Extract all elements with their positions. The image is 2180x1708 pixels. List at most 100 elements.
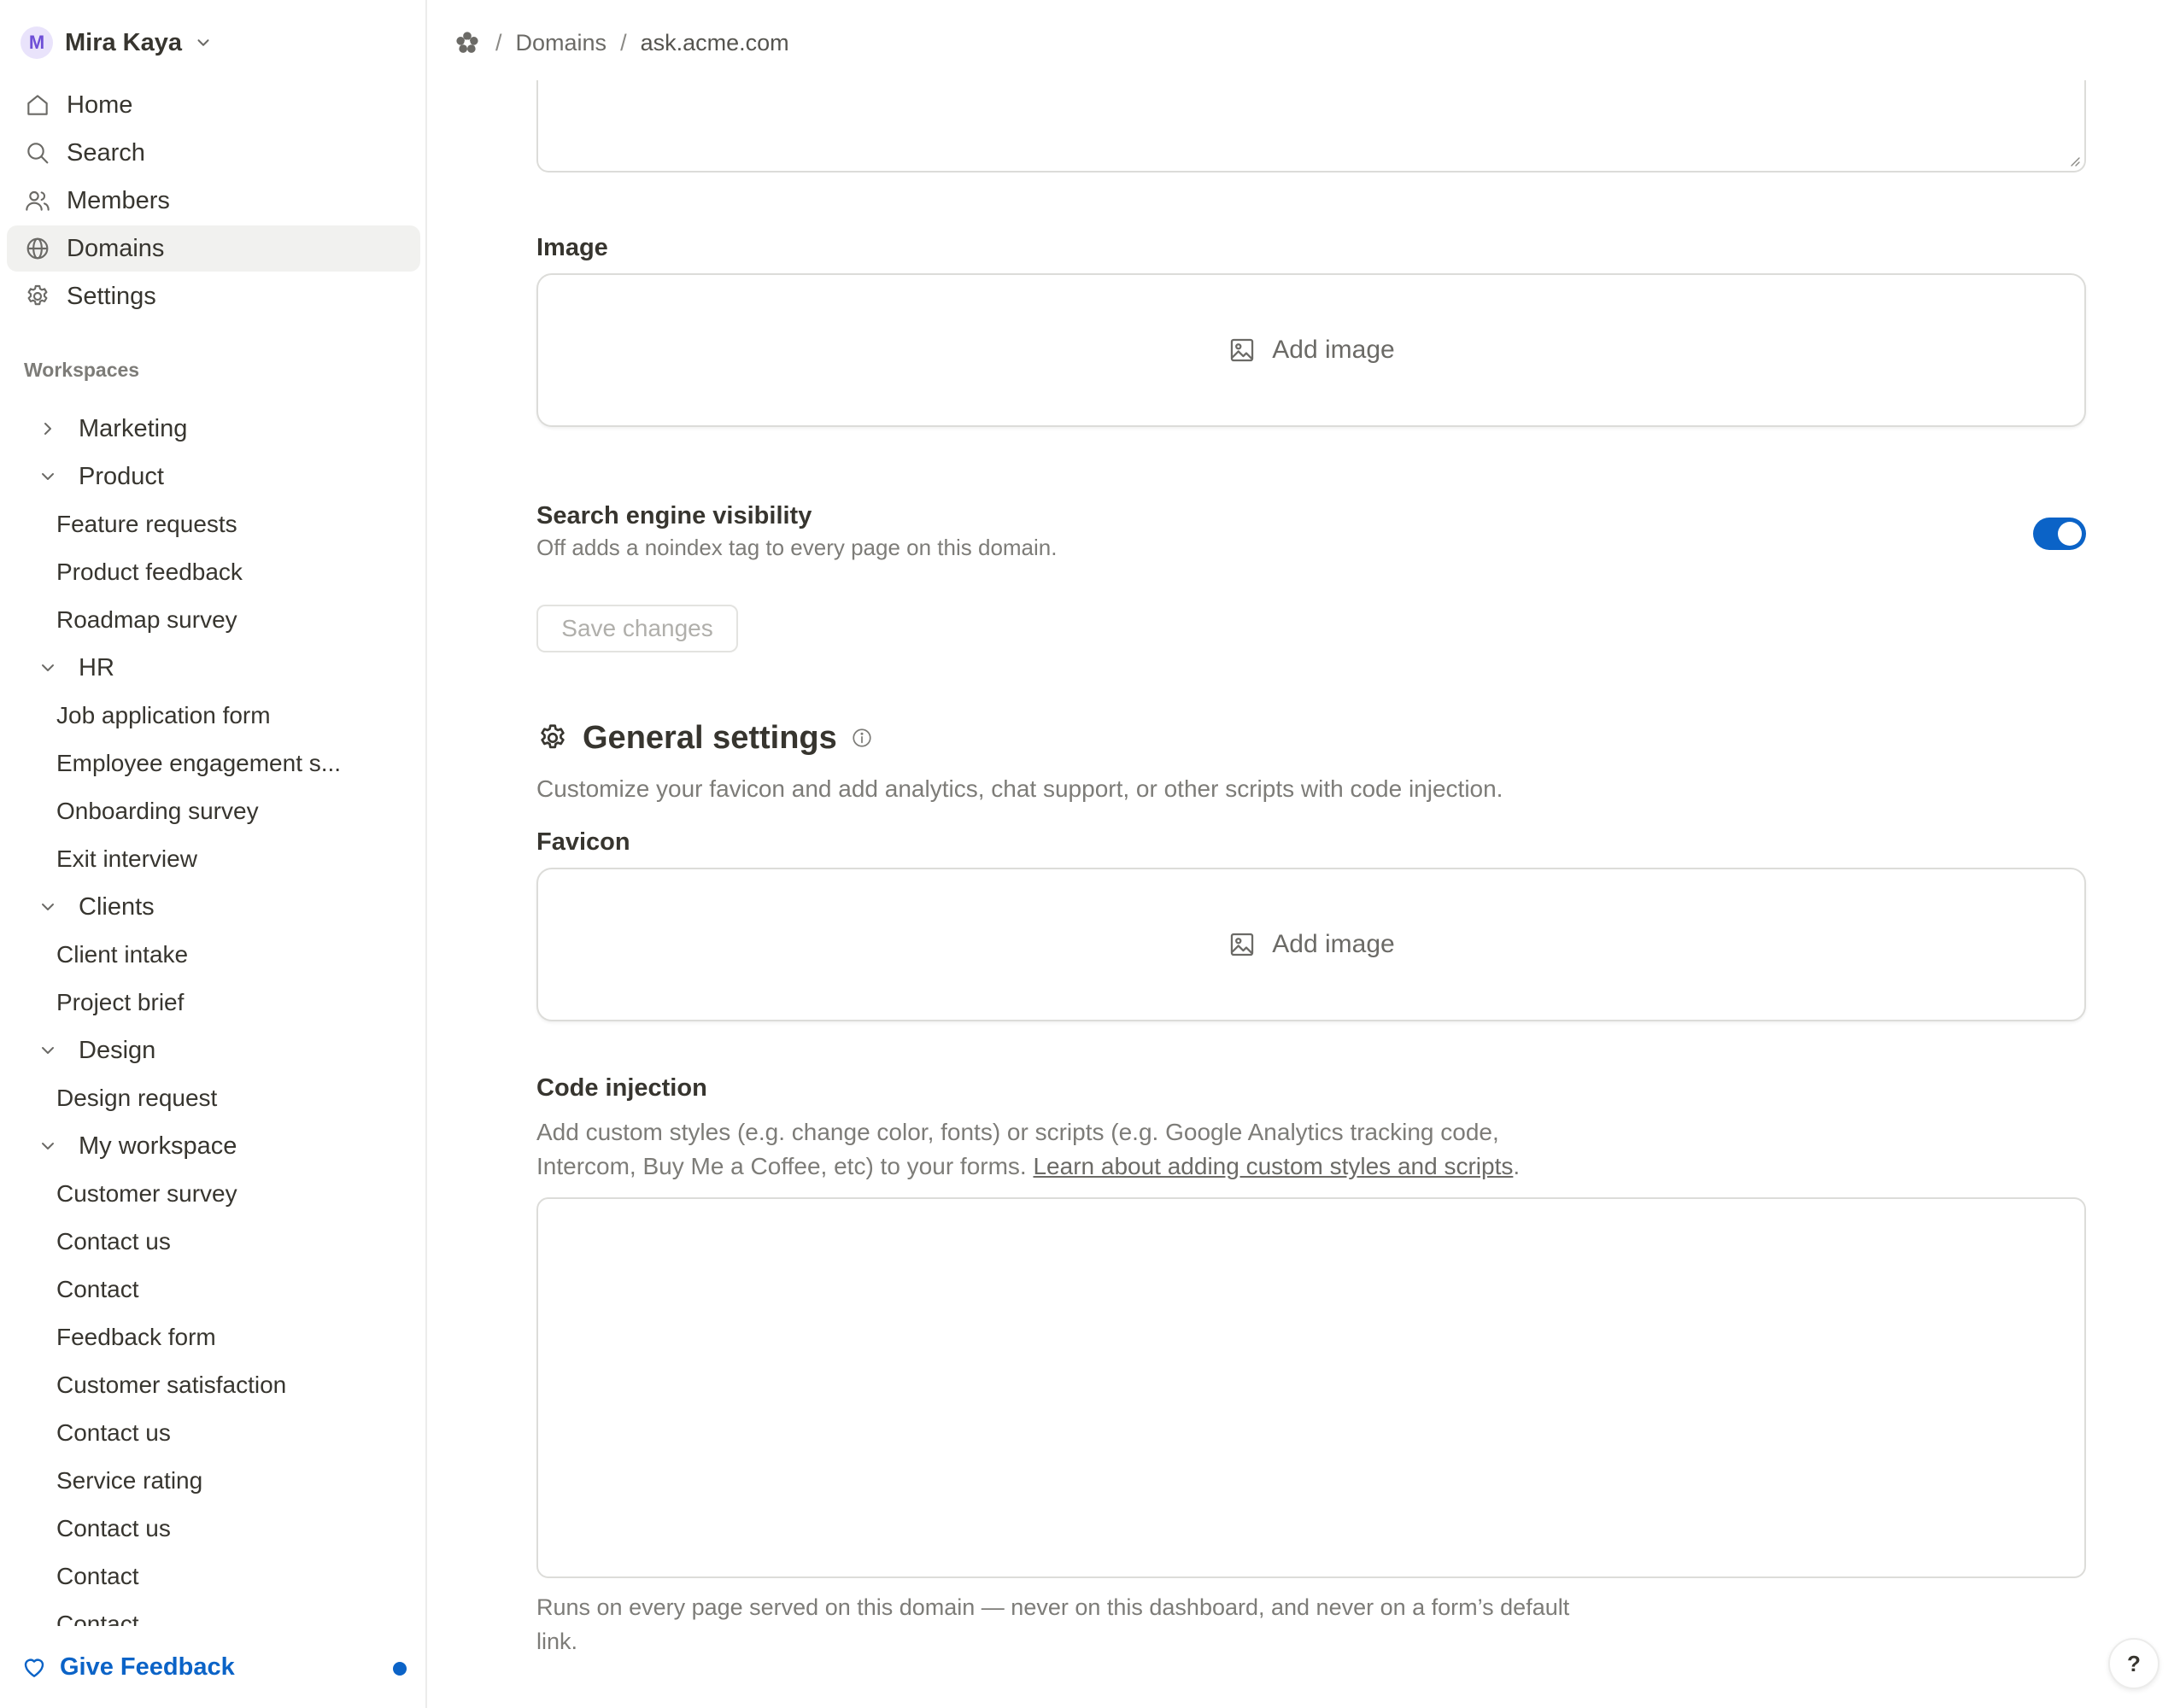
gear-icon xyxy=(27,284,48,306)
search-visibility-description: Off adds a noindex tag to every page on … xyxy=(536,535,1058,560)
workspaces-heading: Workspaces xyxy=(24,359,140,381)
description-textarea[interactable] xyxy=(536,80,2086,173)
image-icon xyxy=(1231,933,1254,956)
give-feedback-button[interactable]: Give Feedback xyxy=(21,1645,407,1689)
form-name: Exit interview xyxy=(56,845,197,872)
form-item[interactable]: Onboarding survey xyxy=(0,787,425,835)
workspace-folder[interactable]: Clients xyxy=(0,883,425,931)
general-settings-title: General settings xyxy=(583,719,837,756)
custom-scripts-help-link[interactable]: Learn about adding custom styles and scr… xyxy=(1033,1153,1513,1179)
heart-icon xyxy=(24,1658,44,1677)
form-item[interactable]: Client intake xyxy=(0,931,425,979)
nav-item-home[interactable]: Home xyxy=(7,82,420,128)
code-injection-description: Add custom styles (e.g. change color, fo… xyxy=(536,1115,1579,1184)
chevron-down-icon xyxy=(42,1143,54,1149)
chevron-down-icon xyxy=(42,1047,54,1054)
form-name: Contact us xyxy=(56,1228,171,1255)
favicon-upload-dropzone[interactable]: Add image xyxy=(536,868,2086,1021)
chevron-down-icon xyxy=(42,664,54,671)
add-image-label: Add image xyxy=(1272,930,1395,958)
form-name: Contact xyxy=(56,1276,139,1302)
breadcrumb-separator: / xyxy=(620,29,627,56)
code-injection-textarea[interactable] xyxy=(536,1197,2086,1578)
form-name: Feature requests xyxy=(56,511,237,537)
form-item[interactable]: Product feedback xyxy=(0,548,425,596)
form-name: Client intake xyxy=(56,941,189,968)
main-nav: Home Search Members Domains Settings xyxy=(7,82,420,321)
workspace-name: Product xyxy=(79,462,164,490)
breadcrumb-separator: / xyxy=(495,29,502,56)
toggle-knob xyxy=(2058,522,2082,546)
give-feedback-label: Give Feedback xyxy=(60,1652,235,1681)
form-name: Job application form xyxy=(56,702,271,728)
form-name: Contact xyxy=(56,1563,139,1589)
workspace-tree: Marketing Product Feature requests Produ… xyxy=(0,405,425,1626)
workspace-name: HR xyxy=(79,653,114,681)
form-item[interactable]: Job application form xyxy=(0,692,425,740)
form-item[interactable]: Design request xyxy=(0,1074,425,1122)
form-item[interactable]: Feature requests xyxy=(0,500,425,548)
favicon-label: Favicon xyxy=(536,828,630,856)
form-name: Service rating xyxy=(56,1467,203,1494)
nav-label: Settings xyxy=(67,282,156,310)
account-switcher[interactable]: M Mira Kaya xyxy=(21,24,213,61)
form-item[interactable]: Contact xyxy=(0,1266,425,1313)
form-item[interactable]: Customer survey xyxy=(0,1170,425,1218)
app-window: M Mira Kaya Home Search Members Domains xyxy=(0,0,2180,1708)
form-item[interactable]: Contact xyxy=(0,1600,425,1626)
form-item[interactable]: Contact xyxy=(0,1553,425,1600)
form-name: Feedback form xyxy=(56,1324,216,1350)
form-name: Customer survey xyxy=(56,1180,237,1207)
breadcrumb-domains[interactable]: Domains xyxy=(516,30,607,56)
logo-icon[interactable] xyxy=(453,28,482,57)
search-visibility-toggle[interactable] xyxy=(2033,518,2086,550)
form-item[interactable]: Service rating xyxy=(0,1457,425,1505)
workspace-name: Design xyxy=(79,1036,156,1064)
chevron-down-icon xyxy=(42,904,54,910)
save-changes-button[interactable]: Save changes xyxy=(536,605,738,652)
form-name: Project brief xyxy=(56,989,185,1015)
form-item[interactable]: Roadmap survey xyxy=(0,596,425,644)
form-item[interactable]: Contact us xyxy=(0,1505,425,1553)
resize-handle-icon[interactable] xyxy=(2067,154,2081,167)
form-name: Product feedback xyxy=(56,559,243,585)
breadcrumb: / Domains / ask.acme.com xyxy=(453,24,789,61)
workspace-folder[interactable]: My workspace xyxy=(0,1122,425,1170)
add-image-button[interactable]: Add image xyxy=(1228,336,1395,365)
gear-icon xyxy=(541,724,565,749)
sidebar: M Mira Kaya Home Search Members Domains xyxy=(0,0,427,1708)
workspace-folder[interactable]: Design xyxy=(0,1027,425,1074)
avatar: M xyxy=(21,26,53,59)
nav-item-members[interactable]: Members xyxy=(7,178,420,224)
form-item[interactable]: Employee engagement s... xyxy=(0,740,425,787)
add-favicon-button[interactable]: Add image xyxy=(1228,930,1395,959)
form-item[interactable]: Contact us xyxy=(0,1409,425,1457)
nav-label: Domains xyxy=(67,234,165,262)
image-upload-dropzone[interactable]: Add image xyxy=(536,273,2086,427)
general-settings-description: Customize your favicon and add analytics… xyxy=(536,775,1503,802)
help-button[interactable]: ? xyxy=(2108,1638,2159,1689)
form-item[interactable]: Contact us xyxy=(0,1218,425,1266)
form-name: Customer satisfaction xyxy=(56,1372,287,1398)
form-item[interactable]: Project brief xyxy=(0,979,425,1027)
notification-dot xyxy=(393,1662,407,1676)
image-label: Image xyxy=(536,234,608,261)
breadcrumb-current-domain[interactable]: ask.acme.com xyxy=(641,30,789,56)
form-item[interactable]: Customer satisfaction xyxy=(0,1361,425,1409)
code-injection-label: Code injection xyxy=(536,1074,707,1102)
form-item[interactable]: Feedback form xyxy=(0,1313,425,1361)
add-image-label: Add image xyxy=(1272,336,1395,364)
workspace-folder[interactable]: Product xyxy=(0,453,425,500)
members-icon xyxy=(26,190,50,211)
nav-item-domains[interactable]: Domains xyxy=(7,225,420,272)
user-name: Mira Kaya xyxy=(65,28,183,56)
globe-icon xyxy=(26,237,49,260)
workspace-folder[interactable]: Marketing xyxy=(0,405,425,453)
workspace-folder[interactable]: HR xyxy=(0,644,425,692)
search-visibility-title: Search engine visibility xyxy=(536,502,812,529)
form-item[interactable]: Exit interview xyxy=(0,835,425,883)
info-icon[interactable] xyxy=(851,727,873,749)
nav-item-search[interactable]: Search xyxy=(7,130,420,176)
nav-item-settings[interactable]: Settings xyxy=(7,273,420,319)
form-name: Contact us xyxy=(56,1515,171,1541)
